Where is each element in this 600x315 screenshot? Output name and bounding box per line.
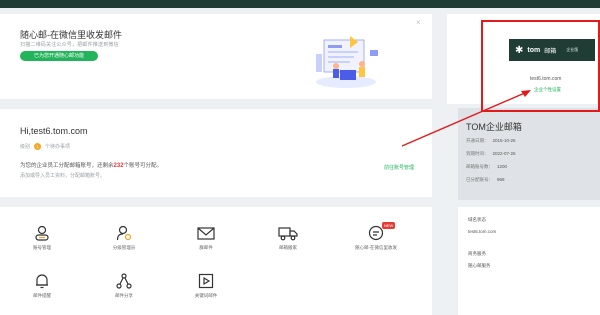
- quota-prefix: 为您的企业员工分配邮箱账号，还剩余: [20, 163, 114, 169]
- info-row: 邮箱账号数： 1200: [466, 164, 507, 170]
- info-row: 已分配账号： 968: [466, 177, 505, 183]
- todo-count-badge: 1: [34, 143, 42, 150]
- quota-text: 为您的企业员工分配邮箱账号，还剩余232个账号可分配。: [20, 161, 162, 169]
- tool-mail-share[interactable]: 邮件分享: [94, 273, 154, 299]
- tool-label: 群邮件: [199, 245, 213, 250]
- tool-label: 邮箱搬家: [279, 245, 297, 250]
- highlight-box: [481, 20, 600, 112]
- mail-icon: [197, 227, 215, 240]
- info-key: 到期时间：: [466, 151, 489, 156]
- account-meta: 级别 1 个待办事项: [20, 143, 70, 150]
- share-icon: [116, 273, 132, 289]
- tool-label: 邮件提醒: [33, 293, 51, 298]
- info-card: TOM企业邮箱 开通日期： 2015-10-26 到期时间： 2022-07-26 …: [458, 108, 600, 200]
- quota-suffix: 个账号可分配。: [123, 163, 163, 169]
- tool-label: 账号管理: [33, 245, 51, 250]
- close-icon[interactable]: ×: [416, 18, 421, 27]
- tool-label: 关键词邮件: [194, 293, 218, 298]
- tool-account-manage[interactable]: 账号管理: [12, 225, 72, 251]
- account-level-label: 级别: [20, 144, 31, 150]
- promo-card: 随心邮-在微信里收发邮件 扫描二维码关注公众号，把邮件推送到微信 已为您开通随心…: [0, 14, 432, 99]
- account-card: Hi,test6.tom.com 级别 1 个待办事项 为您的企业员工分配邮箱账…: [0, 109, 432, 197]
- tool-label: 分级管理员: [112, 245, 136, 250]
- info-value: 2022-07-26: [492, 151, 516, 156]
- tools-card: 账号管理 分级管理员 群邮件 邮箱搬家 NEW 随心邮-在微信里收发 邮件提醒 …: [0, 207, 432, 315]
- bell-icon: [36, 274, 48, 289]
- tool-wechat-mail[interactable]: NEW 随心邮-在微信里收发: [346, 222, 406, 251]
- account-manage-link[interactable]: 前往账号管理: [384, 164, 414, 171]
- info-value: 1200: [497, 164, 508, 169]
- tool-mail-reminder[interactable]: 邮件提醒: [12, 273, 72, 299]
- truck-icon: [278, 227, 298, 241]
- business-service-value[interactable]: 随心邮服务: [468, 263, 491, 269]
- quota-remaining: 232: [113, 163, 124, 169]
- info-value: 968: [497, 177, 505, 182]
- info-key: 已分配账号：: [466, 177, 493, 182]
- admin-gear-icon: [116, 225, 132, 241]
- top-bar: [0, 0, 600, 8]
- tool-label: 随心邮-在微信里收发: [355, 245, 397, 250]
- user-icon: [35, 225, 49, 241]
- domain-status-label: 域名状态: [468, 217, 486, 222]
- info-row: 开通日期： 2015-10-26: [466, 138, 516, 144]
- tool-keyword-mail[interactable]: 关键词邮件: [176, 273, 236, 299]
- tool-mailbox-migrate[interactable]: 邮箱搬家: [258, 225, 318, 251]
- account-greeting: Hi,test6.tom.com: [20, 126, 88, 136]
- contact-card: 域名状态 test6.tom.com 商务服务 随心邮服务: [458, 207, 600, 315]
- info-key: 开通日期：: [466, 138, 489, 143]
- promo-enabled-button[interactable]: 已为您开通随心邮功能: [20, 51, 98, 61]
- info-value: 2015-10-26: [492, 138, 516, 143]
- info-key: 邮箱账号数：: [466, 164, 493, 169]
- new-badge: NEW: [382, 222, 396, 229]
- info-row: 到期时间： 2022-07-26: [466, 151, 516, 157]
- business-service-label: 商务服务: [468, 251, 486, 256]
- domain-status-value[interactable]: test6.tom.com: [468, 229, 496, 234]
- promo-illustration: [316, 36, 378, 88]
- todo-label[interactable]: 个待办事项: [45, 143, 70, 150]
- play-box-icon: [198, 273, 214, 289]
- promo-title: 随心邮-在微信里收发邮件: [20, 30, 122, 40]
- quota-hint: 添加或导入员工资料，分配邮箱账号。: [20, 173, 106, 179]
- tool-sub-admin[interactable]: 分级管理员: [94, 225, 154, 251]
- tool-group-mail[interactable]: 群邮件: [176, 225, 236, 251]
- product-title: TOM企业邮箱: [466, 122, 522, 132]
- promo-subtitle: 扫描二维码关注公众号，把邮件推送到微信: [20, 42, 119, 48]
- tool-label: 邮件分享: [115, 293, 133, 298]
